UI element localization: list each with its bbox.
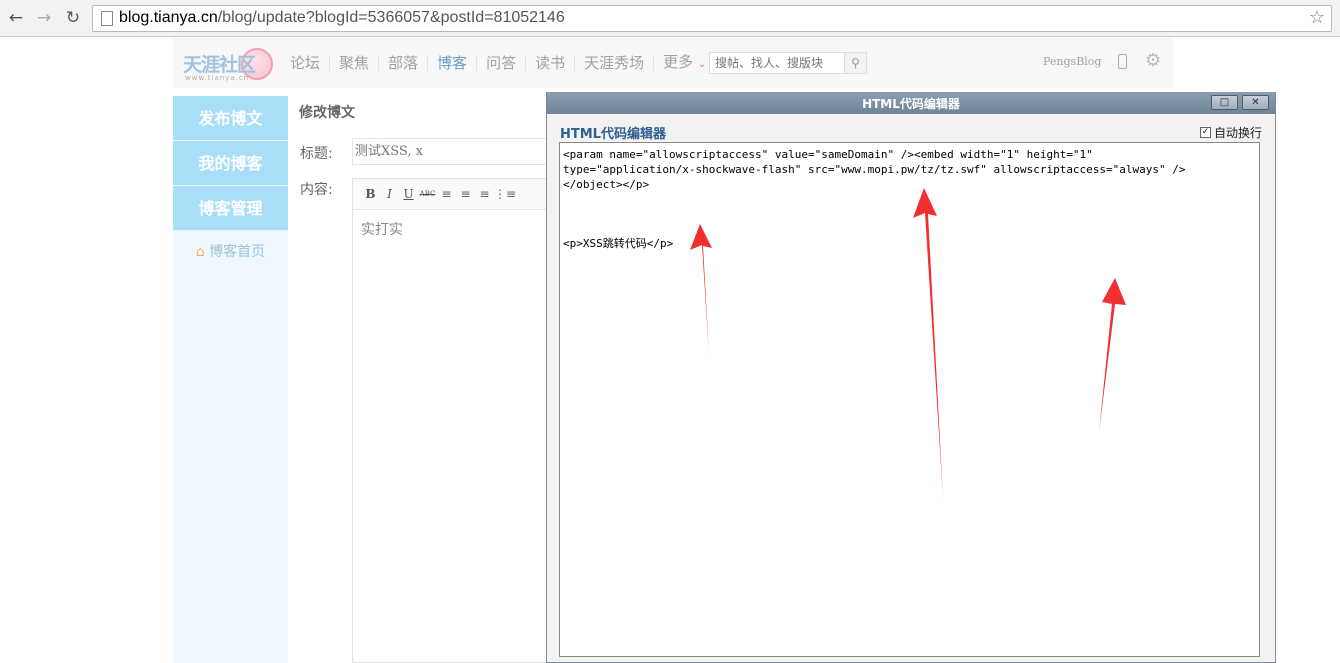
- align-center-icon[interactable]: ≡: [456, 187, 475, 201]
- close-icon[interactable]: ✕: [1242, 95, 1269, 110]
- nav-more-label: 更多: [663, 52, 694, 71]
- nav-item-show[interactable]: 天涯秀场: [575, 55, 655, 71]
- dialog-title: HTML代码编辑器: [862, 97, 960, 111]
- site-header: 天涯社区 www.tianya.cn 论坛 聚焦 部落 博客 问答 读书 天涯秀…: [173, 38, 1173, 88]
- editor-content[interactable]: 实打实: [353, 210, 552, 248]
- chevron-down-icon: ⌄: [697, 58, 707, 70]
- bookmark-star-icon[interactable]: ☆: [1309, 7, 1325, 28]
- sidebar-item-my-blog[interactable]: 我的博客: [173, 141, 288, 186]
- strikethrough-button[interactable]: ABC: [418, 190, 437, 198]
- back-arrow-icon[interactable]: ←: [4, 6, 28, 30]
- code-line: <param name="allowscriptaccess" value="s…: [563, 148, 1093, 161]
- sidebar-home-link[interactable]: ⌂ 博客首页: [173, 231, 288, 261]
- url-host: blog.tianya.cn: [119, 9, 218, 26]
- html-code-editor-dialog: HTML代码编辑器 □ ✕ HTML代码编辑器 ✓ 自动换行 <param na…: [546, 92, 1276, 663]
- code-line: type="application/x-shockwave-flash" src…: [563, 163, 1186, 176]
- html-code-textarea[interactable]: <param name="allowscriptaccess" value="s…: [559, 142, 1260, 657]
- content-label: 内容:: [300, 182, 333, 198]
- nav-item-forum[interactable]: 论坛: [281, 55, 331, 71]
- logo-text: 天涯社区: [183, 54, 256, 76]
- gear-icon[interactable]: ⚙: [1145, 50, 1161, 71]
- nav-item-focus[interactable]: 聚焦: [330, 55, 380, 71]
- code-line: <p>XSS跳转代码</p>: [563, 237, 674, 250]
- dialog-heading: HTML代码编辑器: [560, 127, 666, 142]
- align-right-icon[interactable]: ≡: [475, 187, 494, 201]
- search-input[interactable]: [710, 53, 844, 73]
- page-title: 修改博文: [299, 105, 355, 121]
- title-input[interactable]: 测试XSS, x: [352, 138, 552, 165]
- sidebar-home-label: 博客首页: [209, 244, 266, 260]
- url-path: /blog/update?blogId=5366057&postId=81052…: [217, 9, 565, 26]
- reload-icon[interactable]: ↻: [61, 6, 85, 30]
- sidebar-item-manage[interactable]: 博客管理: [173, 186, 288, 231]
- nav-item-qa[interactable]: 问答: [477, 55, 527, 71]
- list-icon[interactable]: ⋮≡: [494, 187, 516, 201]
- dialog-titlebar[interactable]: HTML代码编辑器 □ ✕: [547, 92, 1275, 114]
- home-icon: ⌂: [195, 244, 205, 260]
- nav-item-more[interactable]: 更多 ⌄: [654, 54, 715, 73]
- editor-toolbar: B I U ABC ≡ ≡ ≡ ⋮≡: [353, 179, 552, 210]
- title-label: 标题:: [300, 146, 333, 162]
- auto-wrap-toggle[interactable]: ✓ 自动换行: [1200, 124, 1262, 141]
- maximize-icon[interactable]: □: [1211, 95, 1238, 110]
- page-icon: [101, 11, 113, 26]
- underline-button[interactable]: U: [399, 187, 418, 201]
- align-left-icon[interactable]: ≡: [437, 187, 456, 201]
- code-line: </object></p>: [563, 178, 650, 191]
- italic-button[interactable]: I: [380, 187, 399, 201]
- username-link[interactable]: PengsBlog: [1043, 55, 1101, 68]
- blog-sidebar: 发布博文 我的博客 博客管理 ⌂ 博客首页: [173, 96, 288, 663]
- auto-wrap-checkbox[interactable]: ✓: [1200, 127, 1211, 138]
- auto-wrap-label: 自动换行: [1214, 126, 1263, 140]
- nav-item-reading[interactable]: 读书: [526, 55, 576, 71]
- search-icon[interactable]: ⚲: [844, 53, 866, 73]
- address-bar[interactable]: blog.tianya.cn/blog/update?blogId=536605…: [92, 5, 1332, 32]
- nav-item-tribe[interactable]: 部落: [379, 55, 429, 71]
- rich-text-editor: B I U ABC ≡ ≡ ≡ ⋮≡ 实打实: [352, 178, 552, 663]
- tianya-logo[interactable]: 天涯社区 www.tianya.cn: [183, 46, 273, 82]
- nav-item-blog[interactable]: 博客: [428, 55, 478, 71]
- forward-arrow-icon[interactable]: →: [32, 6, 56, 30]
- url-text[interactable]: blog.tianya.cn/blog/update?blogId=536605…: [119, 9, 565, 27]
- site-search: ⚲: [709, 52, 867, 74]
- sidebar-item-publish[interactable]: 发布博文: [173, 96, 288, 141]
- logo-subtext: www.tianya.cn: [185, 74, 250, 82]
- main-nav: 论坛 聚焦 部落 博客 问答 读书 天涯秀场 更多 ⌄: [281, 38, 715, 88]
- bold-button[interactable]: B: [361, 187, 380, 201]
- code-blank-space: [563, 192, 1256, 236]
- browser-toolbar: ← → ↻ blog.tianya.cn/blog/update?blogId=…: [0, 0, 1340, 37]
- mobile-phone-icon[interactable]: [1118, 54, 1127, 69]
